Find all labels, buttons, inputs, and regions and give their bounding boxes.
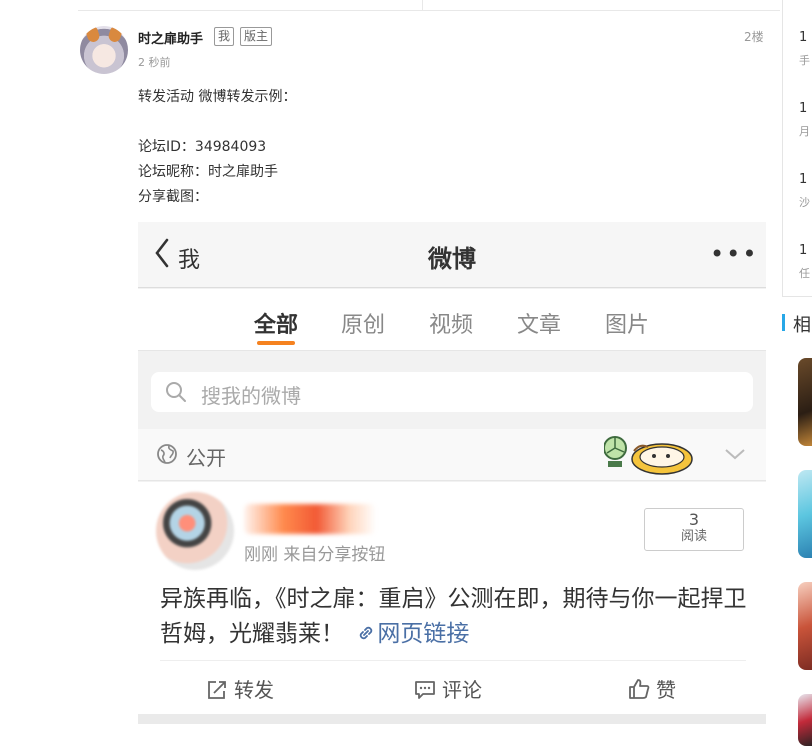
visibility-label: 公开 bbox=[186, 446, 226, 470]
weibo-title: 微博 bbox=[428, 245, 476, 273]
related-game-thumb-2[interactable] bbox=[798, 470, 812, 558]
repost-icon bbox=[208, 681, 226, 699]
sidebar-item-3-title[interactable]: 沙 bbox=[799, 194, 810, 210]
right-sidebar: 1 手 1 月 1 沙 1 任 相 bbox=[782, 0, 812, 746]
sidebar-item-2-count: 1 bbox=[799, 101, 808, 116]
floor-number: 2楼 bbox=[744, 30, 764, 44]
weibo-nav-bar: 我 微博 ••• bbox=[138, 222, 766, 288]
search-box: 搜我的微博 bbox=[151, 372, 753, 412]
weibo-post-text: 异族再临，《时之扉：重启》公测在即，期待与你一起捍卫哲姆，光耀翡莱！ 网页链接 bbox=[160, 582, 755, 652]
web-link: 网页链接 bbox=[351, 621, 469, 647]
globe-icon bbox=[156, 443, 178, 469]
more-icon: ••• bbox=[710, 240, 759, 268]
weibo-username-blurred bbox=[244, 504, 376, 534]
post-line-2: 论坛ID：34984093 bbox=[138, 139, 267, 155]
tag-me-badge: 我 bbox=[214, 27, 235, 46]
sidebar-item-4-count: 1 bbox=[799, 243, 808, 258]
tab-article: 文章 bbox=[517, 313, 562, 338]
link-icon bbox=[360, 626, 373, 640]
related-game-thumb-4[interactable] bbox=[798, 694, 812, 746]
sidebar-item-1-title[interactable]: 手 bbox=[799, 52, 810, 68]
like-action: 赞 bbox=[628, 674, 676, 703]
repost-label: 转发 bbox=[234, 678, 274, 702]
post-line-3: 论坛昵称：时之扉助手 bbox=[138, 164, 278, 180]
weibo-tabs: 全部 原创 视频 文章 图片 bbox=[138, 289, 766, 351]
user-avatar[interactable] bbox=[80, 26, 128, 74]
weibo-post-meta: 刚刚 来自分享按钮 bbox=[244, 545, 386, 565]
like-label: 赞 bbox=[656, 678, 676, 702]
active-tab-underline bbox=[257, 341, 295, 345]
sidebar-item-4-title[interactable]: 任 bbox=[799, 265, 810, 281]
related-game-thumb-3[interactable] bbox=[798, 582, 812, 670]
fan-sticker-icon bbox=[603, 431, 704, 485]
avatar-ear-right bbox=[107, 26, 123, 44]
comment-action: 评论 bbox=[414, 674, 482, 703]
tag-moderator-badge: 版主 bbox=[240, 27, 273, 46]
search-icon bbox=[165, 381, 187, 407]
weibo-user-avatar bbox=[156, 492, 234, 570]
post-username[interactable]: 时之扉助手 bbox=[138, 28, 203, 47]
web-link-label: 网页链接 bbox=[377, 621, 470, 647]
read-count-badge: 3 阅读 bbox=[644, 508, 744, 551]
weibo-post-card: 刚刚 来自分享按钮 3 阅读 异族再临，《时之扉：重启》公测在即，期待与你一起捍… bbox=[138, 482, 766, 714]
search-area: 搜我的微博 bbox=[138, 352, 766, 428]
sidebar-heading-accent bbox=[782, 314, 785, 331]
post-time: 2 秒前 bbox=[138, 56, 171, 69]
tab-images: 图片 bbox=[605, 313, 650, 338]
sidebar-item-2-title[interactable]: 月 bbox=[799, 123, 810, 139]
sidebar-item-1-count: 1 bbox=[799, 30, 808, 45]
comment-label: 评论 bbox=[442, 678, 482, 702]
sidebar-item-3-count: 1 bbox=[799, 172, 808, 187]
screenshot-bottom-strip bbox=[138, 714, 766, 724]
sidebar-ranking-panel: 1 手 1 月 1 沙 1 任 bbox=[782, 0, 812, 297]
tab-all: 全部 bbox=[254, 313, 299, 338]
chevron-down-icon bbox=[724, 446, 746, 465]
thumbs-up-icon bbox=[629, 679, 650, 699]
avatar-ear-left bbox=[85, 26, 101, 44]
read-count: 3 bbox=[688, 510, 700, 529]
top-divider bbox=[78, 10, 780, 11]
top-column-divider bbox=[422, 0, 423, 10]
post-line-4: 分享截图： bbox=[138, 189, 208, 205]
tab-video: 视频 bbox=[429, 313, 474, 338]
post-line-1: 转发活动 微博转发示例： bbox=[138, 89, 297, 105]
repost-action: 转发 bbox=[206, 674, 274, 703]
related-game-thumb-1[interactable] bbox=[798, 358, 812, 446]
visibility-row: 公开 bbox=[138, 429, 766, 481]
search-placeholder: 搜我的微博 bbox=[201, 384, 301, 408]
action-separator bbox=[160, 660, 746, 661]
sidebar-heading: 相 bbox=[793, 315, 811, 336]
comment-icon bbox=[415, 681, 435, 699]
weibo-screenshot[interactable]: 我 微博 ••• 全部 原创 视频 文章 图片 搜我的微博 公开 刚刚 来自分享… bbox=[138, 222, 766, 724]
read-label: 阅读 bbox=[680, 529, 707, 544]
tab-original: 原创 bbox=[341, 313, 386, 338]
